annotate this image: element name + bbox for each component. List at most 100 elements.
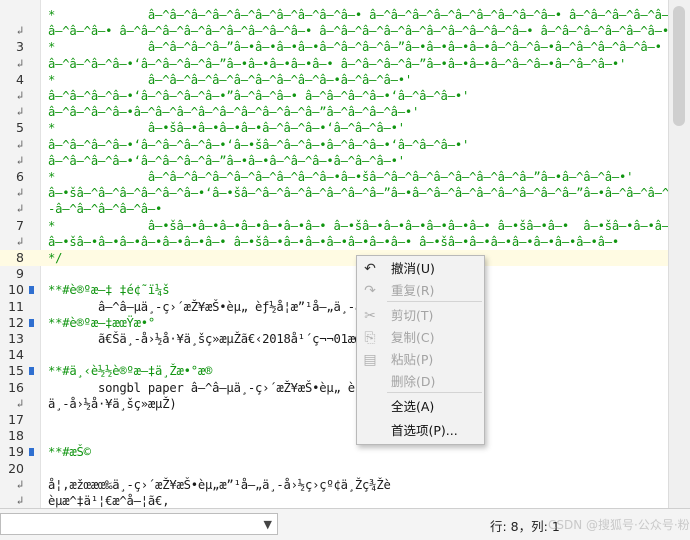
line-text: â–^â–^â–^â–•‘â–^â–^â–^â–”â–•â–•â–^â–^â–•… xyxy=(48,153,405,168)
line-text: */ xyxy=(48,251,63,265)
menu-item-undo[interactable]: ↶ 撤消(U) xyxy=(357,258,484,280)
line-number: 9 xyxy=(16,266,24,282)
wrap-arrow-icon: ↲ xyxy=(16,24,24,38)
editor-line[interactable]: 18 xyxy=(0,428,668,444)
line-number: 16 xyxy=(8,379,24,395)
line-text: å¦‚æžœæœ‰ä¸-ç›´æŽ¥æŠ•èµ„æ”¹å–„ä¸-å›½ç›çº… xyxy=(48,477,391,492)
line-text: ä¸-å›½å·¥ä¸šç»æµŽ) xyxy=(48,396,177,411)
editor-line[interactable]: 13 ã€Šä¸-å›½å·¥ä¸šç»æµŽã€‹2018å¹´ç¬¬01æœ… xyxy=(0,331,668,347)
editor-line[interactable]: ↲ å¦‚æžœæœ‰ä¸-ç›´æŽ¥æŠ•èµ„æ”¹å–„ä¸-å›½ç›ç… xyxy=(0,477,668,493)
menu-item-delete[interactable]: 删除(D) xyxy=(357,371,484,393)
bookmark-icon[interactable] xyxy=(29,286,34,295)
wrap-arrow-icon: ↲ xyxy=(16,56,24,70)
line-number: 10 xyxy=(8,282,24,298)
line-number: 7 xyxy=(16,217,24,233)
wrap-arrow-icon: ↲ xyxy=(16,494,24,507)
editor-line[interactable]: 11 â–^â–µä¸-ç›´æŽ¥æŠ•èµ„ èƒ½å¦æ”¹å–„ä¸-å… xyxy=(0,299,668,315)
editor-line[interactable]: 17 xyxy=(0,412,668,428)
menu-item-label: 全选(A) xyxy=(391,399,435,414)
editor-line[interactable]: ↲ èµæ^‡ä¹¦€æ^å–¦ã€, xyxy=(0,493,668,508)
line-text: * â–^â–^â–^â–”â–•â–•â–•â–•â–^â–^â–^â–”â–… xyxy=(48,40,662,55)
editor-line[interactable]: 16 songbl paper â–^â–µä¸-ç›´æŽ¥æŠ•èµ„ èƒ… xyxy=(0,380,668,396)
editor-line[interactable]: 12 **#è®ºæ–‡æœŸæ•° xyxy=(0,315,668,331)
line-text: -â–^â–^â–^â–^â–• xyxy=(48,202,163,217)
editor-line[interactable]: * â–^â–^â–^â–^â–^â–^â–^â–^â–^â–• â–^â–^â… xyxy=(0,7,668,23)
bookmark-icon[interactable] xyxy=(29,367,34,376)
menu-item-copy[interactable]: ⎘ 复制(C) xyxy=(357,327,484,349)
editor-line[interactable]: 6 * â–^â–^â–^â–^â–^â–^â–^â–^â–•â–•šâ–^â–^… xyxy=(0,169,668,185)
editor-line[interactable]: ↲ â–^â–^â–^â–•‘â–^â–^â–^â–•‘â–•šâ–^â–^â–•… xyxy=(0,137,668,153)
line-text: èµæ^‡ä¹¦€æ^å–¦ã€, xyxy=(48,494,170,508)
editor-line[interactable]: ↲ -â–^â–^â–^â–^â–• xyxy=(0,201,668,217)
wrap-arrow-icon: ↲ xyxy=(16,234,24,248)
scissors-icon: ✂ xyxy=(364,308,376,324)
line-text: * â–•šâ–•â–•â–•â–•â–^â–^â–•‘â–^â–^â–•' xyxy=(48,121,405,136)
wrap-arrow-icon: ↲ xyxy=(16,477,24,491)
menu-item-redo[interactable]: ↷ 重复(R) xyxy=(357,280,484,302)
code-editor[interactable]: * â–^â–^â–^â–^â–^â–^â–^â–^â–^â–• â–^â–^â… xyxy=(0,0,668,508)
editor-line[interactable]: 7 * â–•šâ–•â–•â–•â–•â–•â–•â–• â–•šâ–•â–•â… xyxy=(0,218,668,234)
line-number: 20 xyxy=(8,460,24,476)
line-number: 14 xyxy=(8,347,24,363)
editor-line[interactable]: ↲ â–^â–^â–^â–•‘â–^â–^â–^â–”â–•â–•â–•â–•â–… xyxy=(0,56,668,72)
menu-item-paste[interactable]: ▤ 粘贴(P) xyxy=(357,349,484,371)
scrollbar-thumb[interactable] xyxy=(673,6,685,126)
line-text: **#è®ºæ–‡æœŸæ•° xyxy=(48,315,156,330)
context-menu: ↶ 撤消(U) ↷ 重复(R) ✂ 剪切(T) ⎘ 复制(C) ▤ 粘贴(P) 删除(D) 全选(A)… xyxy=(356,255,485,445)
wrap-arrow-icon: ↲ xyxy=(16,396,24,410)
editor-line[interactable]: ↲ â–^â–^â–^â–•‘â–^â–^â–^â–•”â–^â–^â–• â–^… xyxy=(0,88,668,104)
line-number: 19 xyxy=(8,444,24,460)
copy-icon: ⎘ xyxy=(364,330,376,346)
line-number: 18 xyxy=(8,428,24,444)
wrap-arrow-icon: ↲ xyxy=(16,105,24,119)
editor-line[interactable]: 19 **#æŠ© xyxy=(0,444,668,460)
menu-item-preferences[interactable]: 首选项(P)... xyxy=(357,420,484,442)
editor-line[interactable]: 15 **#ä¸‹è½½è®ºæ–‡ä¸Žæ•°æ® xyxy=(0,363,668,379)
line-text: * â–•šâ–•â–•â–•â–•â–•â–•â–• â–•šâ–•â–•â–… xyxy=(48,218,668,233)
editor-line[interactable]: 9 xyxy=(0,266,668,282)
bookmark-icon[interactable] xyxy=(29,448,34,457)
editor-line[interactable]: ↲ â–^â–^â–• â–^â–^â–^â–^â–^â–^â–^â–^â–• â… xyxy=(0,23,668,39)
wrap-arrow-icon: ↲ xyxy=(16,186,24,200)
editor-line[interactable]: ↲ â–•šâ–•â–•â–•â–•â–•â–•â–• â–•šâ–•â–•â–•… xyxy=(0,234,668,250)
editor-line[interactable]: ↲ â–•šâ–^â–^â–^â–^â–^â–•‘â–•šâ–^â–^â–^â–^… xyxy=(0,185,668,201)
menu-item-label: 撤消(U) xyxy=(391,261,435,276)
menu-item-select-all[interactable]: 全选(A) xyxy=(357,396,484,418)
editor-line[interactable]: 14 xyxy=(0,347,668,363)
encoding-dropdown[interactable]: ▼ xyxy=(0,513,278,535)
line-text: * â–^â–^â–^â–^â–^â–^â–^â–^â–^â–• â–^â–^â… xyxy=(48,8,668,22)
line-text: â–•šâ–•â–•â–•â–•â–•â–•â–• â–•šâ–•â–•â–•â… xyxy=(48,234,619,249)
menu-separator xyxy=(387,301,482,302)
line-text: â–^â–µä¸-ç›´æŽ¥æŠ•èµ„ èƒ½å¦æ”¹å–„ä¸-å›½ç xyxy=(48,299,384,314)
menu-item-label: 删除(D) xyxy=(391,374,436,389)
editor-line[interactable]: ↲ â–^â–^â–^â–•‘â–^â–^â–^â–”â–•â–•â–^â–^â–… xyxy=(0,153,668,169)
line-text: â–^â–^â–^â–•‘â–^â–^â–^â–•‘â–•šâ–^â–^â–•â… xyxy=(48,137,470,152)
menu-item-label: 重复(R) xyxy=(391,283,435,298)
vertical-scrollbar[interactable] xyxy=(668,0,690,508)
wrap-arrow-icon: ↲ xyxy=(16,153,24,167)
line-number: 4 xyxy=(16,71,24,87)
editor-line[interactable]: 10 **#è®ºæ–‡ ‡é¢˜ï¼š xyxy=(0,282,668,298)
line-number: 15 xyxy=(8,363,24,379)
chevron-down-icon[interactable]: ▼ xyxy=(264,518,272,531)
line-number: 17 xyxy=(8,412,24,427)
menu-item-label: 复制(C) xyxy=(391,330,435,345)
menu-separator xyxy=(387,392,482,393)
editor-line[interactable]: ↲ â–^â–^â–^â–•â–^â–^â–^â–^â–^â–^â–^â–^â–”… xyxy=(0,104,668,120)
bookmark-icon[interactable] xyxy=(29,318,34,327)
editor-line[interactable]: ↲ ä¸-å›½å·¥ä¸šç»æµŽ) xyxy=(0,396,668,412)
editor-line[interactable]: 5 * â–•šâ–•â–•â–•â–•â–^â–^â–•‘â–^â–^â–•' xyxy=(0,120,668,136)
line-text: * â–^â–^â–^â–^â–^â–^â–^â–^â–•â–•šâ–^â–^â… xyxy=(48,170,634,184)
editor-line[interactable]: 20 xyxy=(0,461,668,477)
status-bar: ▼ 行: 8，列: 1 CSDN @搜狐号·公众号·粉丝 xyxy=(0,508,690,540)
line-text: â–^â–^â–• â–^â–^â–^â–^â–^â–^â–^â–^â–• â–… xyxy=(48,24,668,39)
line-number: 3 xyxy=(16,39,24,55)
line-text: â–^â–^â–^â–•‘â–^â–^â–^â–•”â–^â–^â–• â–^â… xyxy=(48,89,470,103)
editor-line[interactable]: 3 * â–^â–^â–^â–”â–•â–•â–•â–•â–^â–^â–^â–”â… xyxy=(0,39,668,55)
line-number: 11 xyxy=(8,298,24,314)
wrap-arrow-icon: ↲ xyxy=(16,137,24,151)
editor-line[interactable]: 4 * â–^â–^â–^â–^â–^â–^â–^â–^â–•â–^â–^â–•' xyxy=(0,72,668,88)
line-number: 12 xyxy=(8,314,24,330)
editor-line[interactable]: 8 */ xyxy=(0,250,668,267)
menu-item-cut[interactable]: ✂ 剪切(T) xyxy=(357,305,484,327)
